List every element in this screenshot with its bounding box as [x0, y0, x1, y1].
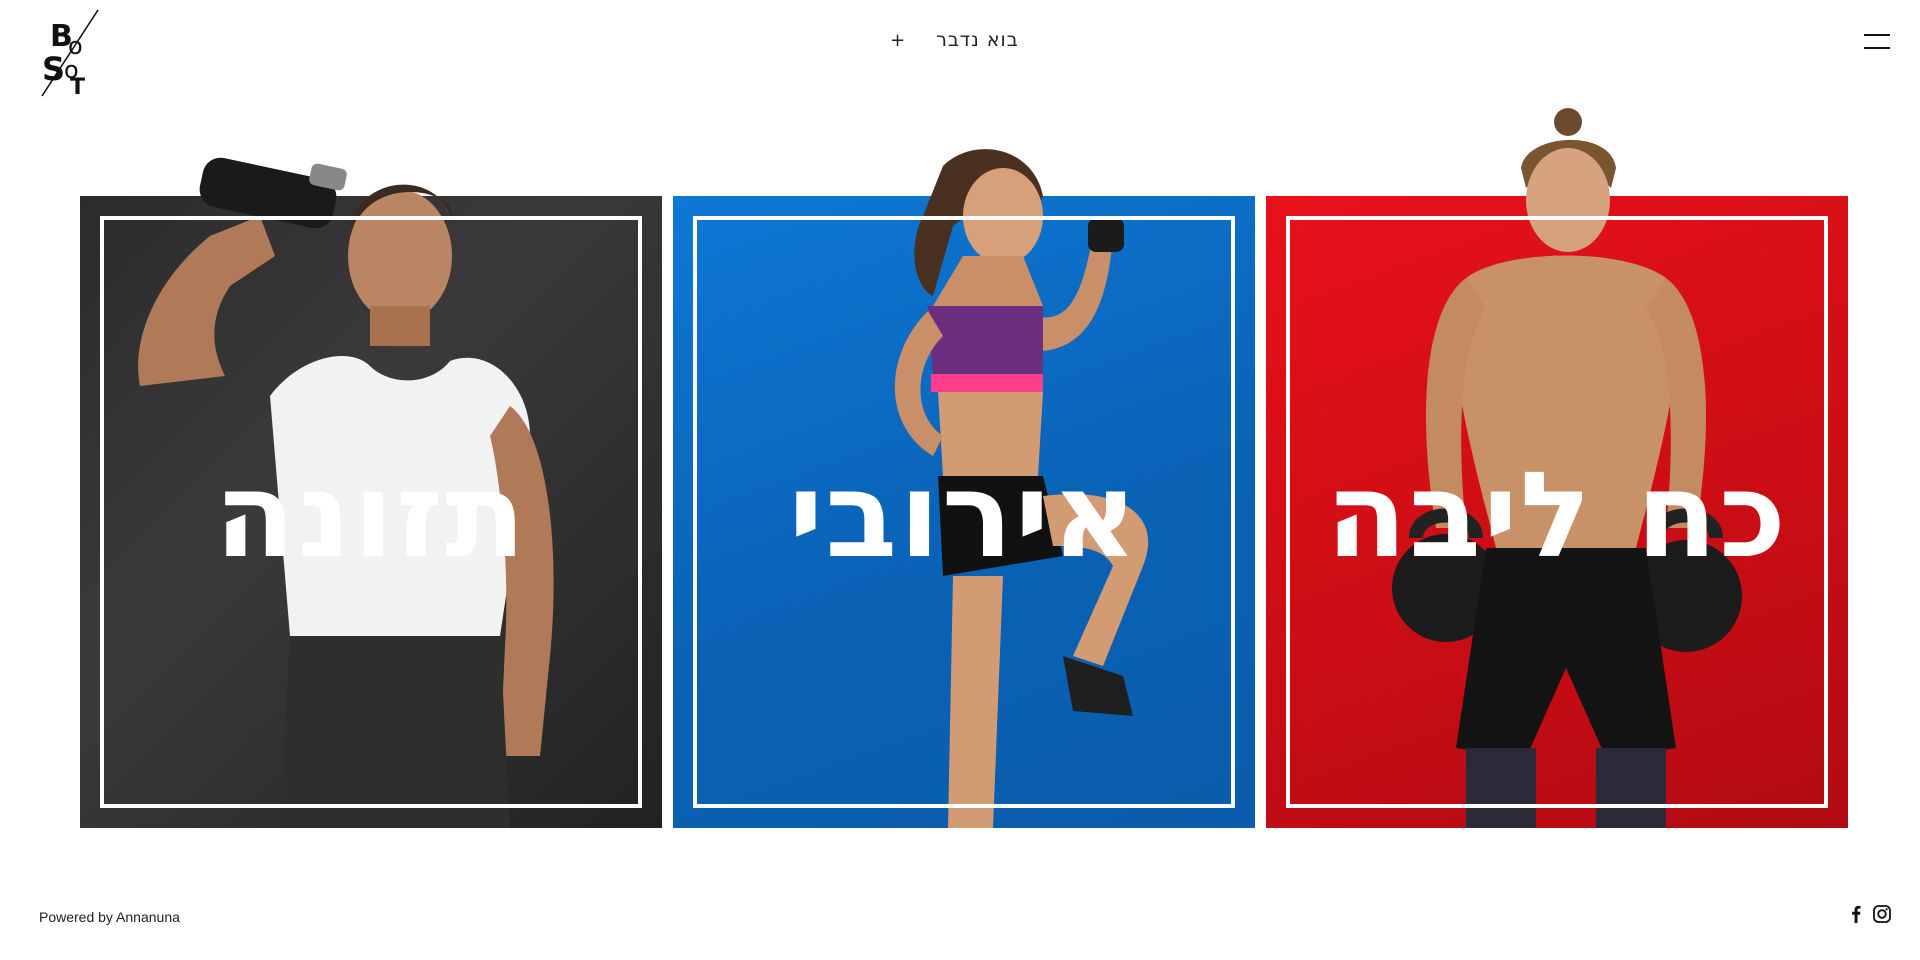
menu-line-icon [1864, 34, 1890, 36]
panel-aerobic[interactable]: אירובי [673, 149, 1255, 828]
plus-icon: + [890, 29, 907, 51]
contact-label[interactable]: בוא נדבר [936, 27, 1027, 57]
instagram-icon[interactable] [1872, 904, 1892, 924]
panel-nutrition[interactable]: תזונה [80, 157, 662, 828]
facebook-icon[interactable] [1846, 904, 1866, 924]
contact-link[interactable]: + בוא נדבר [890, 24, 1027, 57]
menu-line-icon [1864, 47, 1890, 49]
boost-logo[interactable]: B o S o T [36, 8, 106, 100]
svg-text:S: S [42, 50, 65, 88]
svg-text:T: T [70, 75, 85, 98]
boost-logo-mark: B o S o T [41, 9, 99, 100]
panel-title-strength: כח ליבה [1325, 446, 1789, 584]
hamburger-menu-button[interactable] [1864, 32, 1890, 50]
panel-title-nutrition: תזונה [214, 446, 528, 584]
powered-by-text[interactable]: Powered by Annanuna [39, 909, 180, 925]
social-links [1846, 904, 1892, 924]
panel-strength[interactable]: כח ליבה [1266, 108, 1848, 828]
panel-title-aerobic: אירובי [788, 446, 1140, 584]
